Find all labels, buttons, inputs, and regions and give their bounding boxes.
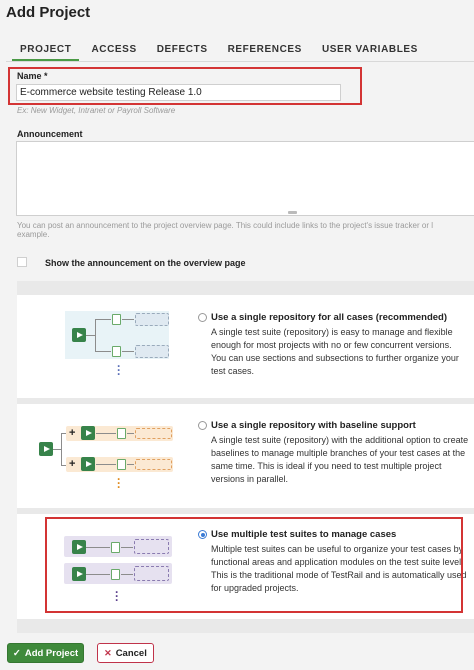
baseline-repository-radio[interactable] (198, 421, 207, 430)
cancel-button[interactable]: ✕ Cancel (97, 643, 154, 663)
single-repository-description: A single test suite (repository) is easy… (211, 327, 459, 376)
baseline-repository-description: A single test suite (repository) with th… (211, 435, 469, 484)
cancel-label: Cancel (115, 647, 147, 659)
suite-icon (72, 328, 86, 342)
case-placeholder (135, 313, 169, 326)
name-hint: Ex: New Widget, Intranet or Payroll Soft… (17, 106, 176, 115)
tab-project[interactable]: PROJECT (12, 44, 80, 61)
more-dots-icon: · · · (117, 359, 121, 381)
close-icon: ✕ (104, 647, 112, 658)
single-repo-illustration: · · · (65, 311, 185, 391)
baseline-repository-title: Use a single repository with baseline su… (211, 420, 416, 431)
suite-icon (81, 426, 95, 440)
tabs-divider (6, 61, 474, 62)
announcement-hint-line2: example. (17, 230, 50, 239)
tab-access[interactable]: ACCESS (83, 44, 144, 61)
tab-references[interactable]: REFERENCES (220, 44, 310, 61)
resize-handle[interactable] (288, 211, 297, 214)
show-announcement-checkbox[interactable] (17, 257, 27, 267)
case-icon (117, 428, 126, 439)
checkmark-icon: ✓ (12, 647, 21, 659)
single-repository-radio[interactable] (198, 313, 207, 322)
announcement-textarea[interactable] (16, 141, 474, 216)
name-label: Name * (17, 71, 48, 81)
option-baseline-repository[interactable]: + + · · · Use a single repository with bas… (17, 404, 474, 508)
tab-bar: PROJECT ACCESS DEFECTS REFERENCES USER V… (12, 44, 430, 61)
tab-defects[interactable]: DEFECTS (149, 44, 216, 61)
suite-icon (39, 442, 53, 456)
multiple-suites-highlight-box (45, 517, 463, 613)
add-project-label: Add Project (24, 647, 79, 659)
case-icon (112, 346, 121, 357)
add-project-button[interactable]: ✓ Add Project (7, 643, 84, 663)
announcement-label: Announcement (17, 129, 83, 139)
tab-user-variables[interactable]: USER VARIABLES (314, 44, 426, 61)
more-dots-icon: · · · (117, 472, 121, 494)
show-announcement-label: Show the announcement on the overview pa… (45, 258, 246, 268)
announcement-hint-line1: You can post an announcement to the proj… (17, 221, 433, 230)
suite-icon (81, 457, 95, 471)
name-input[interactable] (16, 84, 341, 101)
case-placeholder (135, 345, 169, 358)
case-placeholder (135, 428, 172, 439)
announcement-hint: You can post an announcement to the proj… (17, 221, 433, 239)
page-title: Add Project (6, 4, 91, 21)
option-single-repository[interactable]: · · · Use a single repository for all case… (17, 295, 474, 398)
case-placeholder (135, 459, 172, 470)
baseline-illustration: + + · · · (39, 426, 189, 496)
case-icon (112, 314, 121, 325)
case-icon (117, 459, 126, 470)
single-repository-title: Use a single repository for all cases (r… (211, 312, 448, 323)
